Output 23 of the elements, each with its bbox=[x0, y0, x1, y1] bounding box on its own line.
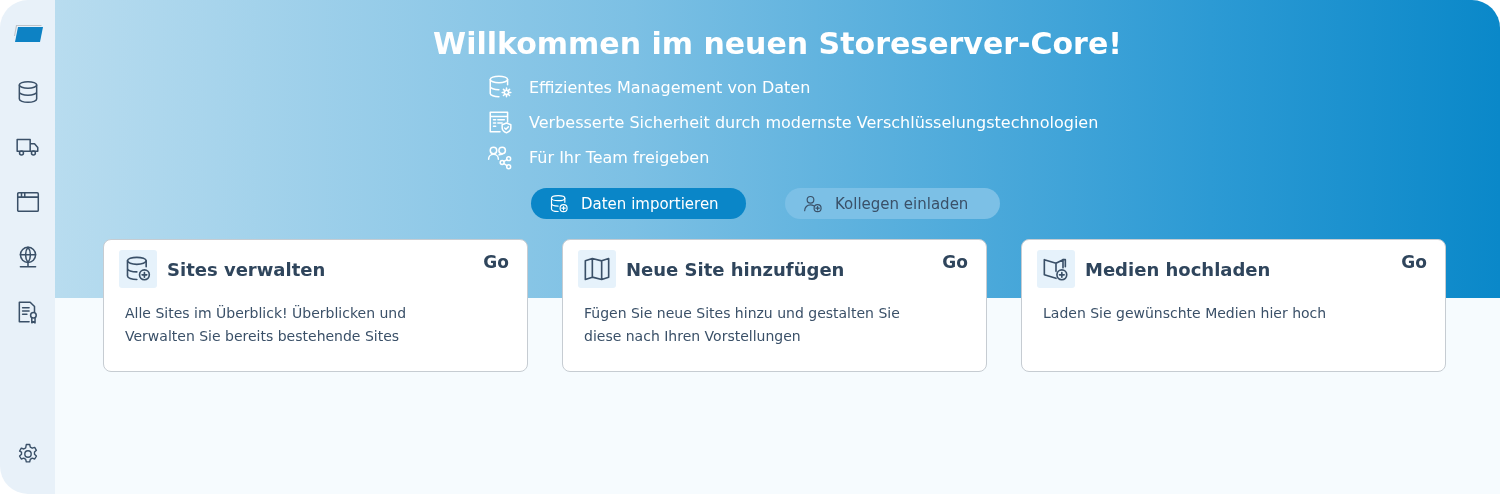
import-button[interactable]: Daten importieren bbox=[531, 188, 746, 219]
browser-icon bbox=[14, 189, 41, 215]
feature-text: Verbesserte Sicherheit durch modernste Verschlüsselungstechnologien bbox=[529, 112, 1099, 132]
welcome-title: Willkommen im neuen Storeserver-Core! bbox=[432, 25, 1123, 63]
card-title: Sites verwalten bbox=[167, 258, 327, 280]
document-shield-icon bbox=[487, 109, 513, 135]
feature-text: Für Ihr Team freigeben bbox=[529, 147, 710, 167]
card-description: Alle Sites im Überblick! Überblicken und Verwalten Sie bereits bestehende Sites bbox=[125, 304, 408, 346]
card-description: Laden Sie gewünschte Medien hier hoch bbox=[1043, 304, 1328, 323]
card-title: Medien hochladen bbox=[1085, 258, 1272, 280]
card-title: Neue Site hinzufügen bbox=[626, 258, 846, 280]
database-gear-icon bbox=[487, 74, 513, 100]
logo-icon bbox=[11, 22, 44, 44]
feature-text: Effizientes Management von Daten bbox=[529, 77, 811, 97]
person-add-icon bbox=[803, 193, 823, 214]
go-link[interactable]: Go bbox=[942, 252, 968, 272]
go-link[interactable]: Go bbox=[483, 252, 509, 272]
nav-button[interactable] bbox=[14, 189, 41, 215]
card-description: Fügen Sie neue Sites hinzu und gestalten Sie diese nach Ihren Vorstellungen bbox=[584, 304, 901, 346]
go-link[interactable]: Go bbox=[1401, 252, 1427, 272]
people-share-icon bbox=[487, 144, 513, 170]
database-add-icon bbox=[549, 193, 569, 214]
invite-button[interactable]: Kollegen einladen bbox=[785, 188, 1000, 219]
